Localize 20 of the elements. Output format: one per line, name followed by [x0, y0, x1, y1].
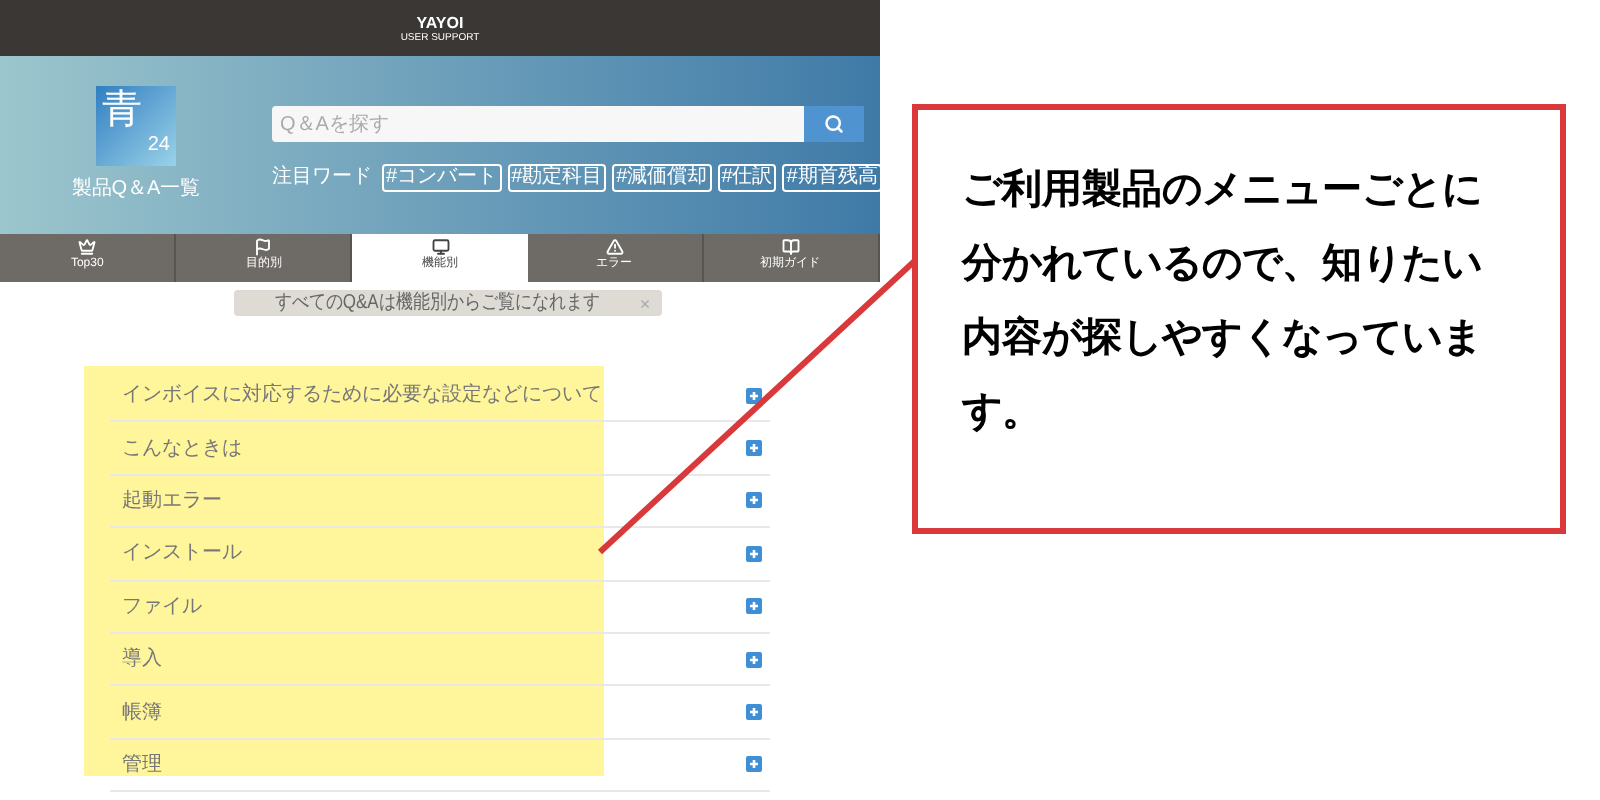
logo-text[interactable]: YAYOI	[416, 13, 464, 31]
search-field[interactable]: Q＆Aを探す	[272, 106, 804, 142]
hot-word-tag[interactable]: #コンバート	[382, 163, 502, 191]
hot-word-tag[interactable]: #勘定科目	[507, 163, 607, 191]
hot-word-tag[interactable]: #減価償却	[612, 163, 712, 191]
hot-word-tag[interactable]: #期首残高	[782, 163, 882, 191]
category-row[interactable]: 導入	[110, 633, 770, 687]
category-row[interactable]: 帳簿	[110, 686, 770, 740]
category-row[interactable]: ファイル	[110, 581, 770, 634]
hot-words-label: 注目ワード	[272, 163, 372, 192]
callout-text: ご利用製品のメニューごとに分かれているので、知りたい内容が探しやすくなっています。	[962, 166, 1484, 438]
tooltip-text: すべてのQ&Aは機能別からご覧になれます	[274, 292, 600, 314]
category-row[interactable]: 起動エラー	[110, 475, 770, 529]
category-row[interactable]: インストール	[110, 528, 770, 582]
category-row[interactable]: 管理	[110, 739, 770, 793]
hot-word-tag[interactable]: #仕訳	[717, 163, 777, 191]
product-title: 製品Q＆A一覧	[71, 175, 201, 204]
product-icon: 青 24	[96, 86, 176, 166]
category-row[interactable]: インボイスに対応するために必要な設定などについて	[110, 370, 770, 423]
category-row[interactable]: こんなときは	[110, 422, 770, 476]
